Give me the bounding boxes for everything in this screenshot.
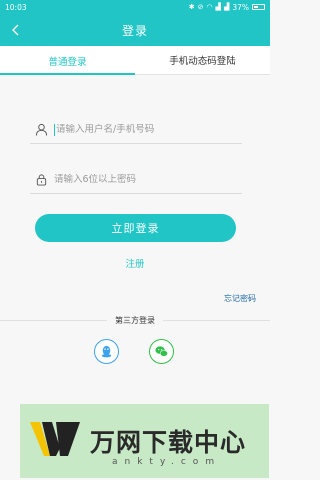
page-title: 登录	[121, 23, 148, 38]
password-input[interactable]	[54, 174, 224, 185]
bluetooth-icon: ✱	[188, 2, 195, 11]
password-field	[30, 166, 242, 194]
watermark-banner: 万网下载中心 ankty.com	[20, 404, 269, 478]
brand-logo-icon	[26, 412, 84, 470]
qq-login-button[interactable]	[94, 339, 119, 364]
lock-icon	[32, 171, 50, 189]
divider-line-right	[163, 319, 270, 321]
back-button[interactable]	[6, 18, 26, 42]
register-link[interactable]: 注册	[0, 256, 270, 270]
user-icon	[32, 121, 50, 139]
third-party-label: 第三方登录	[115, 315, 155, 325]
text-cursor	[54, 123, 55, 136]
wifi-icon: ◠	[206, 2, 213, 11]
third-party-divider: 第三方登录	[0, 314, 270, 326]
status-icons: ✱ ⊘ ◠ ▟ ▟ 37%	[189, 3, 265, 12]
tab-sms-login[interactable]: 手机动态码登陆	[135, 46, 270, 75]
wechat-icon	[155, 346, 168, 357]
chevron-left-icon	[12, 24, 19, 36]
username-input[interactable]	[56, 124, 226, 135]
login-button[interactable]: 立即登录	[35, 214, 236, 242]
login-tabs: 普通登录 手机动态码登陆	[0, 46, 270, 75]
username-field	[30, 116, 242, 144]
title-bar: 登录	[0, 14, 270, 46]
qq-icon	[101, 345, 112, 358]
watermark-text: 万网下载中心	[90, 428, 247, 457]
watermark-subtext: ankty.com	[112, 457, 222, 467]
signal-icon-2: ▟	[223, 2, 230, 11]
status-bar: 10:03 ✱ ⊘ ◠ ▟ ▟ 37%	[0, 0, 270, 14]
wechat-login-button[interactable]	[149, 339, 174, 364]
forgot-password-link[interactable]: 忘记密码	[224, 293, 256, 304]
mute-icon: ⊘	[197, 2, 204, 11]
battery-icon	[252, 4, 265, 10]
battery-percent: 37%	[232, 2, 249, 12]
status-time: 10:03	[5, 2, 27, 12]
tab-normal-login[interactable]: 普通登录	[0, 46, 135, 75]
signal-icon: ▟	[215, 2, 221, 11]
divider-line-left	[0, 319, 107, 321]
